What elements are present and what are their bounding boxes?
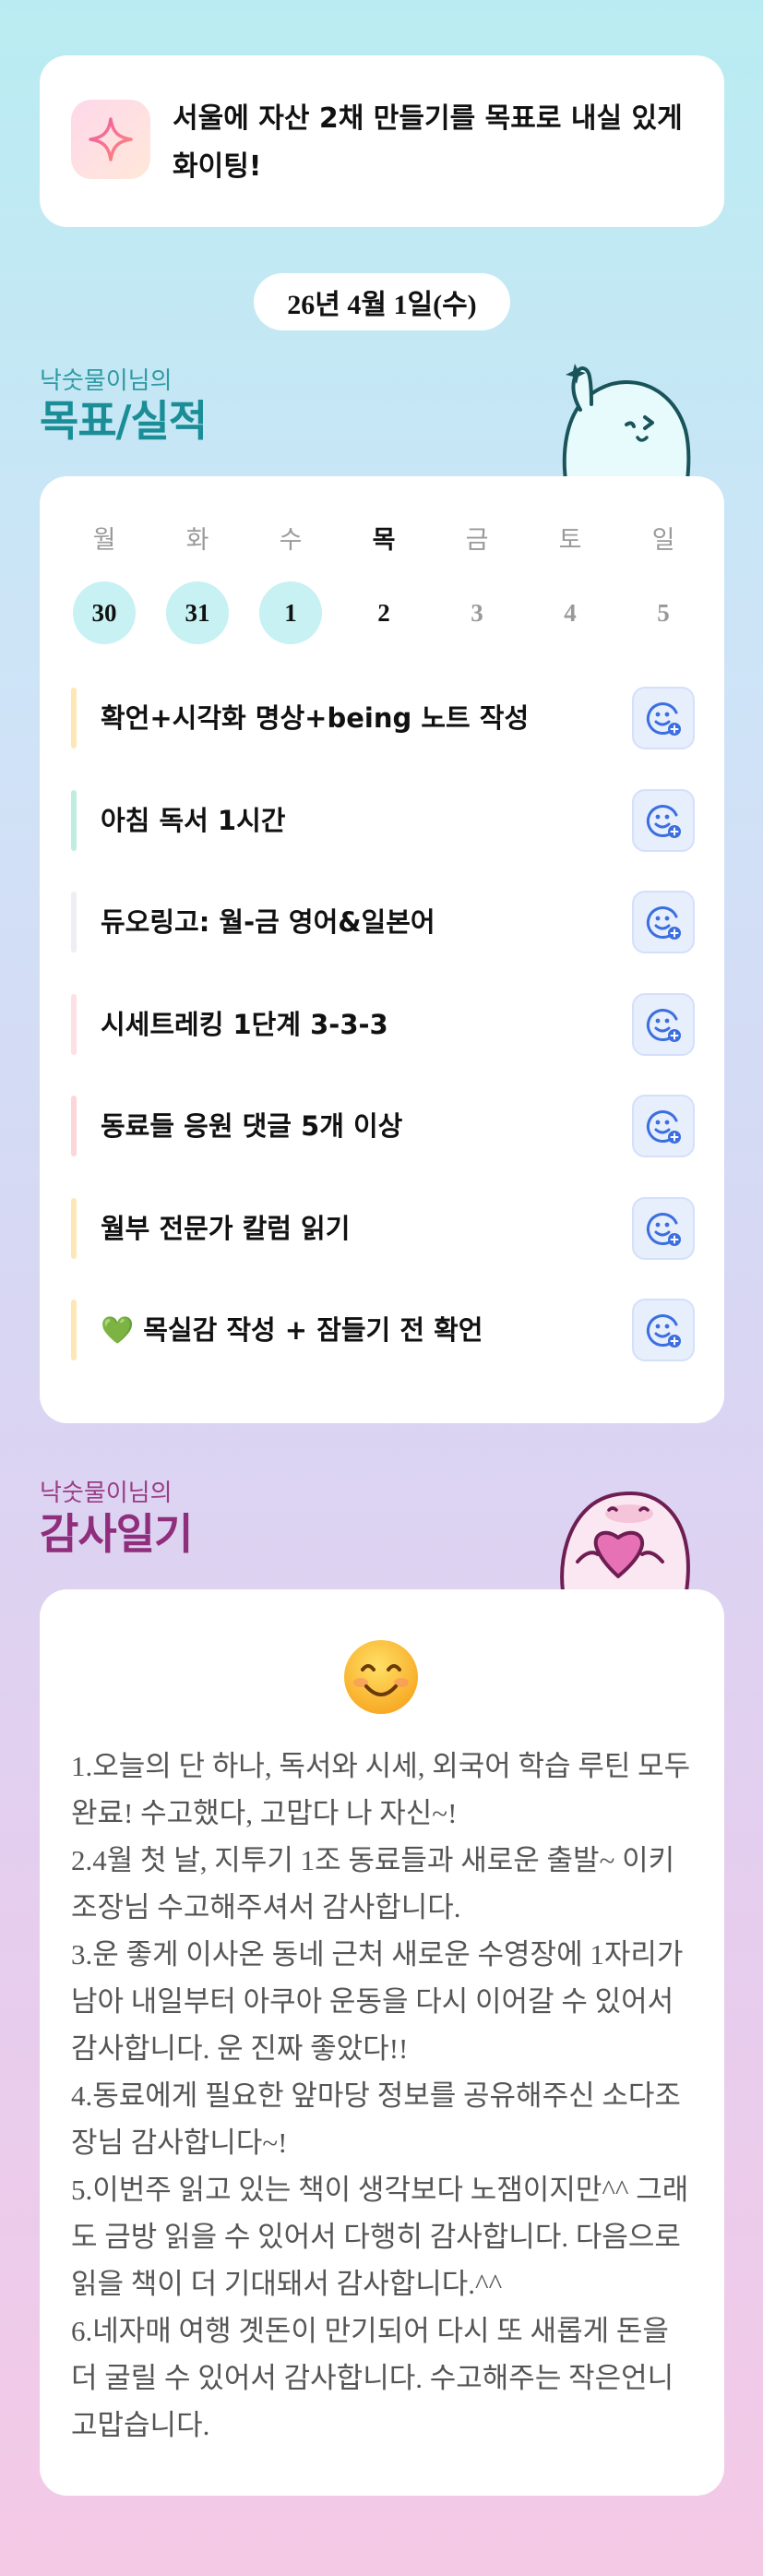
task-color-bar: [71, 1197, 77, 1259]
day-date[interactable]: 4: [539, 581, 602, 644]
add-reaction-button[interactable]: [632, 1196, 695, 1260]
add-reaction-button[interactable]: [632, 992, 695, 1056]
task-label: 월부 전문가 칼럼 읽기: [101, 1212, 351, 1244]
add-reaction-button[interactable]: [632, 1299, 695, 1361]
day-column[interactable]: 토4: [538, 522, 602, 644]
gratitude-entry: 2.4월 첫 날, 지투기 1조 동료들과 새로운 출발~ 이키 조장님 수고해…: [71, 1844, 675, 1923]
smile-add-icon: [646, 1314, 681, 1348]
task-color-bar: [71, 993, 77, 1055]
task-row[interactable]: 월부 전문가 칼럼 읽기: [71, 1195, 695, 1262]
day-date[interactable]: 5: [632, 581, 695, 644]
smile-add-icon: [646, 1110, 681, 1144]
add-reaction-button[interactable]: [632, 687, 695, 749]
smile-add-icon: [646, 702, 681, 736]
day-date[interactable]: 2: [352, 581, 415, 644]
day-name: 목: [372, 526, 396, 555]
day-name: 화: [185, 526, 209, 555]
task-color-bar: [71, 1300, 77, 1360]
add-reaction-button[interactable]: [632, 1095, 695, 1157]
day-column[interactable]: 수1: [258, 522, 323, 644]
day-column[interactable]: 목2: [352, 522, 416, 644]
task-row[interactable]: 동료들 응원 댓글 5개 이상: [71, 1093, 695, 1159]
task-row[interactable]: 💚 목실감 작성 + 잠들기 전 확언: [71, 1297, 695, 1363]
task-row[interactable]: 확언+시각화 명상+being 노트 작성: [71, 685, 695, 751]
gratitude-entry: 5.이번주 읽고 있는 책이 생각보다 노잼이지만^^ 그래도 금방 읽을 수 …: [71, 2174, 689, 2300]
goal-card: 서울에 자산 2채 만들기를 목표로 내실 있게 화이팅!: [40, 55, 724, 227]
smile-add-icon: [646, 804, 681, 838]
task-row[interactable]: 듀오링고: 월-금 영어&일본어: [71, 889, 695, 955]
day-name: 수: [279, 526, 303, 555]
day-date[interactable]: 3: [446, 581, 508, 644]
task-label: 아침 독서 1시간: [101, 804, 286, 836]
gratitude-card: 1.오늘의 단 하나, 독서와 시세, 외국어 학습 루틴 모두 완료! 수고했…: [40, 1589, 724, 2496]
smile-add-icon: [646, 1008, 681, 1042]
sparkle-icon: [71, 100, 150, 179]
task-label: 동료들 응원 댓글 5개 이상: [101, 1110, 403, 1142]
smile-add-icon: [646, 1212, 681, 1246]
day-column[interactable]: 일5: [631, 522, 696, 644]
task-color-bar: [71, 688, 77, 749]
add-reaction-button[interactable]: [632, 788, 695, 852]
task-row[interactable]: 아침 독서 1시간: [71, 787, 695, 854]
day-column[interactable]: 화 31: [165, 522, 230, 644]
task-color-bar: [71, 789, 77, 851]
day-name: 월: [92, 526, 116, 555]
gratitude-title: 감사일기: [40, 1509, 193, 1559]
day-date[interactable]: 1: [259, 581, 322, 644]
gratitude-entry: 1.오늘의 단 하나, 독서와 시세, 외국어 학습 루틴 모두 완료! 수고했…: [71, 1750, 691, 1829]
gratitude-text: 1.오늘의 단 하나, 독서와 시세, 외국어 학습 루틴 모두 완료! 수고했…: [71, 1743, 695, 2449]
gratitude-entry: 4.동료에게 필요한 앞마당 정보를 공유해주신 소다조장님 감사합니다~!: [71, 2079, 681, 2159]
day-name: 토: [558, 526, 582, 555]
task-label: 듀오링고: 월-금 영어&일본어: [101, 906, 435, 938]
day-name: 일: [651, 526, 675, 555]
task-label: 확언+시각화 명상+being 노트 작성: [101, 702, 530, 734]
smiling-face-icon: [344, 1640, 418, 1714]
day-column[interactable]: 금3: [445, 522, 509, 644]
date-pill[interactable]: 26년 4월 1일(수): [254, 273, 510, 330]
task-color-bar: [71, 1096, 77, 1156]
add-reaction-button[interactable]: [632, 891, 695, 953]
day-date[interactable]: 31: [166, 581, 229, 644]
gratitude-entry: 6.네자매 여행 곗돈이 만기되어 다시 또 새롭게 돈을 더 굴릴 수 있어서…: [71, 2315, 674, 2441]
records-title: 목표/실적: [40, 396, 208, 446]
task-label: 💚 목실감 작성 + 잠들기 전 확언: [101, 1314, 483, 1346]
week-calendar: 월 30 화 31 수 1 목 2 금 3 토 4 일 5: [40, 522, 724, 652]
day-date[interactable]: 30: [73, 581, 136, 644]
goal-text: 서울에 자산 2채 만들기를 목표로 내실 있게 화이팅!: [173, 102, 683, 183]
smile-add-icon: [646, 906, 681, 940]
cheering-mascot-icon: [562, 364, 691, 480]
task-row[interactable]: 시세트레킹 1단계 3-3-3: [71, 991, 695, 1058]
records-card: 월 30 화 31 수 1 목 2 금 3 토 4 일 5 확언+시각화 명상+being 노트 작성 아…: [40, 476, 724, 1423]
task-color-bar: [71, 892, 77, 953]
task-label: 시세트레킹 1단계 3-3-3: [101, 1008, 388, 1040]
day-name: 금: [465, 526, 489, 555]
gratitude-entry: 3.운 좋게 이사온 동네 근처 새로운 수영장에 1자리가 남아 내일부터 아…: [71, 1938, 684, 2065]
day-column[interactable]: 월 30: [72, 522, 137, 644]
heart-mascot-icon: [560, 1492, 690, 1591]
